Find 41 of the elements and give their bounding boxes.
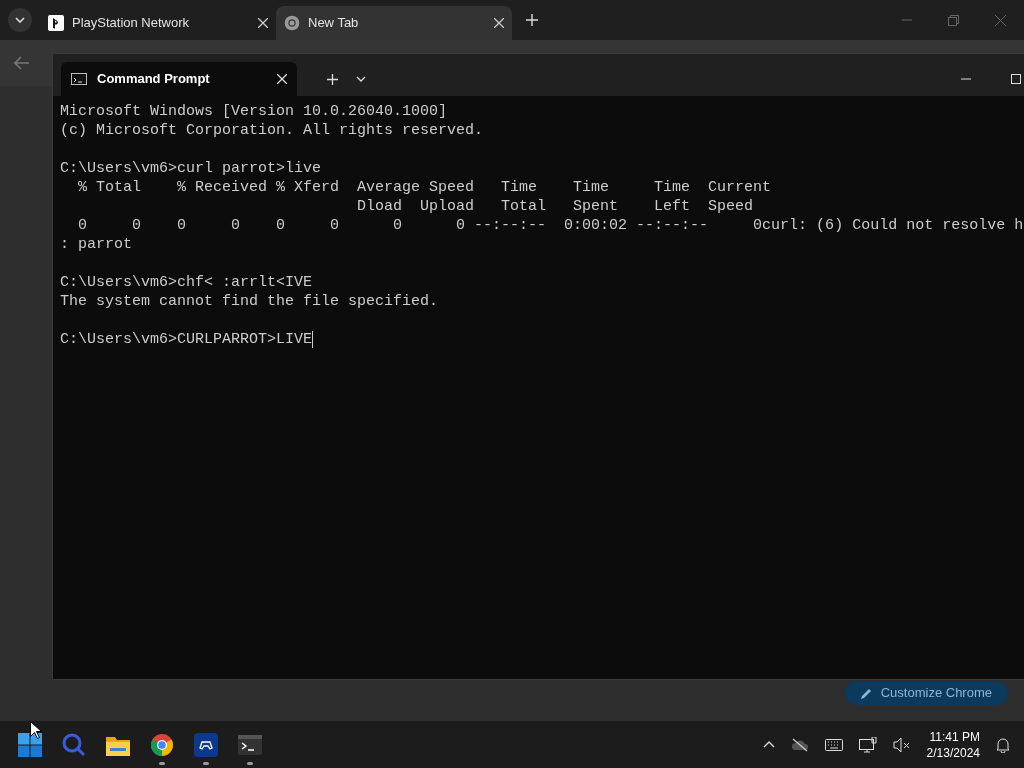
search-icon[interactable] bbox=[62, 732, 86, 757]
dropdown-icon[interactable] bbox=[356, 76, 366, 82]
terminal-line: The system cannot find the file specified. bbox=[60, 292, 439, 311]
terminal-line: Microsoft Windows [Version 10.0.26040.1000] bbox=[60, 102, 448, 121]
tab-title: New Tab bbox=[308, 14, 360, 33]
monitor-icon[interactable] bbox=[858, 736, 877, 753]
terminal-line: (c) Microsoft Corporation. All rights reserved. bbox=[60, 121, 484, 140]
restore-icon[interactable] bbox=[948, 14, 959, 26]
browser-tab[interactable]: PlayStation Network bbox=[40, 6, 276, 40]
speaker-muted-icon[interactable] bbox=[892, 736, 911, 753]
clock-date[interactable]: 2/13/2024 bbox=[926, 744, 980, 761]
new-tab-icon[interactable] bbox=[526, 14, 538, 26]
pencil-icon bbox=[860, 687, 873, 699]
clock-time[interactable]: 11:41 PM bbox=[929, 728, 980, 745]
tab-title: Command Prompt bbox=[97, 70, 211, 89]
new-tab-icon[interactable] bbox=[327, 73, 338, 85]
terminal-line: C:\Users\vm6>curl parrot>live bbox=[60, 159, 322, 178]
caret-icon bbox=[15, 17, 25, 23]
terminal-line: : parrot bbox=[60, 235, 132, 254]
keyboard-icon[interactable] bbox=[824, 738, 843, 751]
terminal-line: Dload Upload Total Spent Left Speed bbox=[356, 197, 754, 216]
chevron-up-icon[interactable] bbox=[762, 741, 775, 748]
mouse-pointer-icon bbox=[30, 721, 42, 739]
tab-list-button[interactable] bbox=[8, 8, 32, 32]
terminal-line: 0 0 0 0 0 0 0 0 --:--:-- 0:00:02 --:--:-- 0curl: (6) Could not resolve h bbox=[77, 216, 1024, 235]
terminal-line: C:\Users\vm6>chf< :arrlt<IVE bbox=[60, 273, 313, 292]
tab-title: PlayStation Network bbox=[72, 14, 191, 33]
back-icon[interactable] bbox=[14, 56, 30, 70]
terminal-line: C:\Users\vm6>CURLPARROT>LIVE bbox=[60, 330, 314, 349]
terminal-icon[interactable] bbox=[238, 734, 262, 755]
playstation-icon bbox=[48, 15, 64, 31]
customize-chrome-button[interactable]: Customize Chrome bbox=[844, 681, 1008, 705]
cloud-off-icon[interactable] bbox=[790, 737, 809, 752]
gamepad-icon[interactable] bbox=[194, 732, 218, 757]
bell-icon[interactable] bbox=[996, 736, 1010, 753]
command-prompt-icon bbox=[71, 73, 87, 85]
browser-tab[interactable]: New Tab bbox=[276, 6, 512, 40]
maximize-icon[interactable] bbox=[1011, 74, 1021, 84]
terminal-line: % Total % Received % Xferd Average Speed Time Time Time Current bbox=[77, 178, 772, 197]
windows-logo-icon[interactable] bbox=[18, 732, 42, 757]
terminal-tab[interactable]: Command Prompt bbox=[61, 62, 297, 96]
